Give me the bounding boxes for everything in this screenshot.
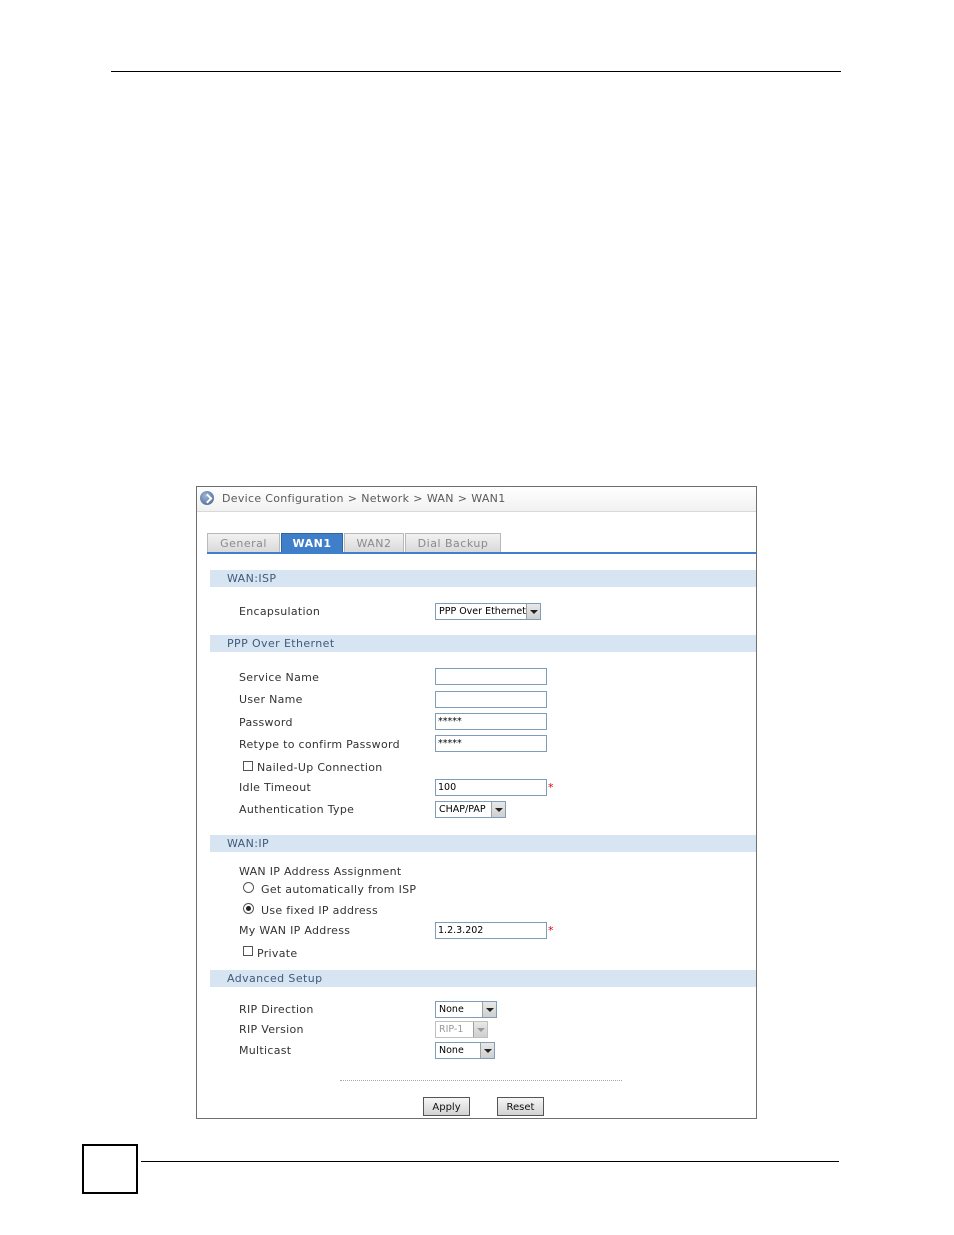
chevron-down-icon (491, 802, 505, 817)
required-marker: * (548, 781, 554, 794)
private-label: Private (257, 947, 298, 960)
my-wan-ip-label: My WAN IP Address (239, 924, 351, 937)
chevron-down-icon (473, 1022, 487, 1037)
nailed-up-label: Nailed-Up Connection (257, 761, 383, 774)
authentication-type-label: Authentication Type (239, 803, 355, 816)
section-wan-isp: WAN:ISP (210, 570, 756, 587)
password-input[interactable] (435, 713, 547, 730)
navigation-arrow-icon (200, 491, 214, 505)
authentication-type-select[interactable]: CHAP/PAP (435, 801, 506, 818)
get-automatically-label: Get automatically from ISP (261, 883, 417, 896)
encapsulation-select[interactable]: PPP Over Ethernet (435, 603, 541, 620)
user-name-input[interactable] (435, 691, 547, 708)
chevron-down-icon (482, 1002, 496, 1017)
tab-wan2[interactable]: WAN2 (344, 533, 404, 552)
idle-timeout-label: Idle Timeout (239, 781, 312, 794)
breadcrumb-wan1: WAN1 (471, 492, 506, 505)
tab-dial-backup[interactable]: Dial Backup (405, 533, 501, 552)
chevron-down-icon (480, 1043, 494, 1058)
apply-button[interactable]: Apply (423, 1097, 470, 1116)
encapsulation-label: Encapsulation (239, 605, 321, 618)
section-pppoe: PPP Over Ethernet (210, 635, 756, 652)
retype-password-label: Retype to confirm Password (239, 738, 400, 751)
my-wan-ip-input[interactable] (435, 922, 547, 939)
rip-direction-select[interactable]: None (435, 1001, 497, 1018)
section-advanced-setup: Advanced Setup (210, 970, 756, 987)
rip-direction-label: RIP Direction (239, 1003, 314, 1016)
service-name-input[interactable] (435, 668, 547, 685)
tab-wan1[interactable]: WAN1 (281, 533, 343, 552)
breadcrumb-device-configuration[interactable]: Device Configuration (222, 492, 344, 505)
password-label: Password (239, 716, 293, 729)
rip-version-label: RIP Version (239, 1023, 304, 1036)
use-fixed-ip-radio[interactable] (243, 903, 254, 914)
private-checkbox[interactable] (243, 946, 253, 956)
breadcrumb-network[interactable]: Network (361, 492, 409, 505)
section-title: Advanced Setup (227, 972, 323, 985)
page-number-box (82, 1144, 138, 1194)
multicast-label: Multicast (239, 1044, 292, 1057)
required-marker: * (548, 924, 554, 937)
retype-password-input[interactable] (435, 735, 547, 752)
button-divider (340, 1080, 622, 1081)
nailed-up-checkbox[interactable] (243, 761, 253, 771)
breadcrumb: Device Configuration > Network > WAN > WAN1 (222, 492, 506, 505)
wan1-config-screenshot: Device Configuration > Network > WAN > WAN1 Ge… (196, 486, 757, 1119)
idle-timeout-input[interactable] (435, 779, 547, 796)
section-title: WAN:ISP (227, 572, 277, 585)
rip-version-select: RIP-1 (435, 1021, 488, 1038)
service-name-label: Service Name (239, 671, 320, 684)
chevron-down-icon (526, 604, 540, 619)
breadcrumb-wan[interactable]: WAN (427, 492, 454, 505)
section-title: WAN:IP (227, 837, 270, 850)
get-automatically-radio[interactable] (243, 882, 254, 893)
use-fixed-ip-label: Use fixed IP address (261, 904, 378, 917)
tab-general[interactable]: General (207, 533, 280, 552)
section-title: PPP Over Ethernet (227, 637, 335, 650)
page-footer-rule (141, 1161, 839, 1162)
section-wan-ip: WAN:IP (210, 835, 756, 852)
wan-ip-assignment-label: WAN IP Address Assignment (239, 865, 402, 878)
user-name-label: User Name (239, 693, 303, 706)
reset-button[interactable]: Reset (497, 1097, 544, 1116)
breadcrumb-bar: Device Configuration > Network > WAN > WAN1 (197, 487, 756, 512)
page-header-rule (111, 71, 841, 72)
multicast-select[interactable]: None (435, 1042, 495, 1059)
